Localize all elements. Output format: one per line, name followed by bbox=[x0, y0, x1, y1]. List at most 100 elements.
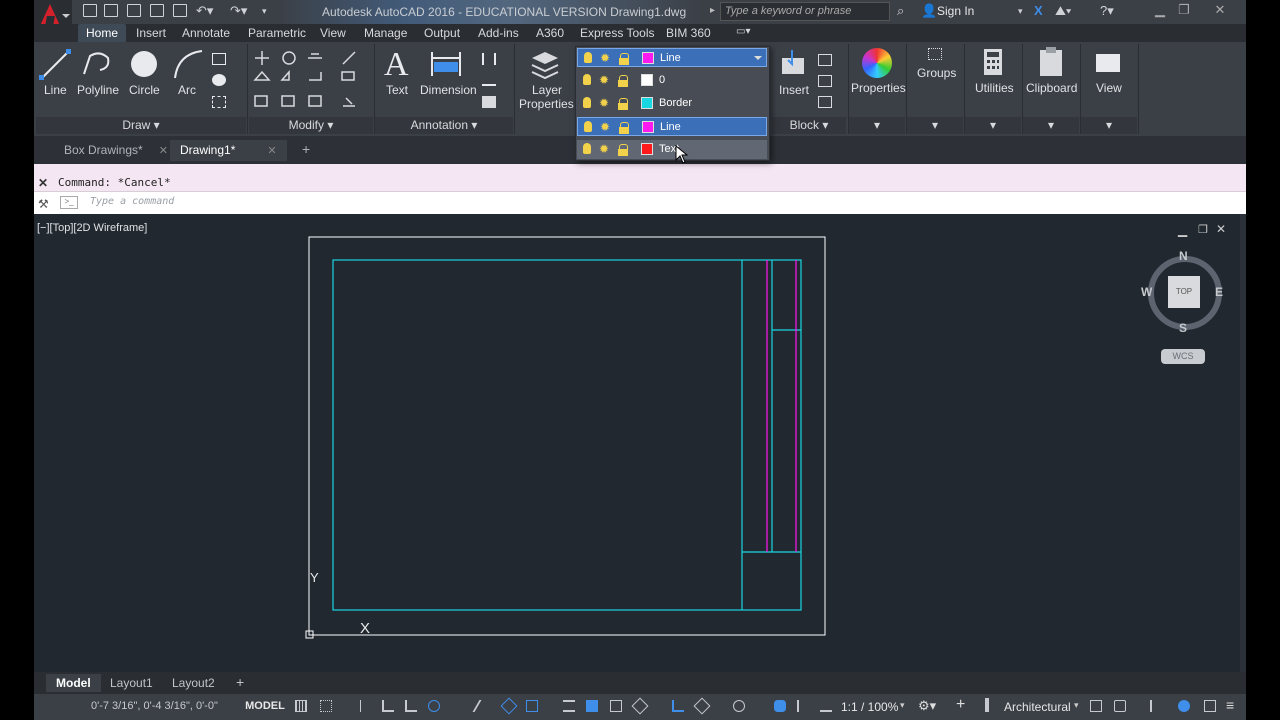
edit-block-icon[interactable] bbox=[818, 75, 832, 87]
tab-parametric[interactable]: Parametric bbox=[240, 24, 314, 42]
auto-scale-icon[interactable] bbox=[797, 700, 809, 712]
tab-express-tools[interactable]: Express Tools bbox=[572, 24, 662, 42]
redo-icon[interactable]: ↷▾ bbox=[230, 3, 247, 19]
calculator-icon[interactable] bbox=[982, 48, 1004, 76]
save-as-icon[interactable] bbox=[150, 4, 164, 17]
tab-view[interactable]: View bbox=[312, 24, 354, 42]
save-icon[interactable] bbox=[127, 4, 141, 17]
tab-annotate[interactable]: Annotate bbox=[174, 24, 238, 42]
viewport-minimize-icon[interactable]: ▁ bbox=[1178, 223, 1187, 237]
hatch-icon[interactable] bbox=[212, 74, 226, 86]
dynamic-ucs-icon[interactable] bbox=[672, 700, 684, 712]
viewcube-top-face[interactable]: TOP bbox=[1168, 276, 1200, 308]
coordinates-readout[interactable]: 0'-7 3/16", 0'-4 3/16", 0'-0" bbox=[91, 700, 218, 712]
open-folder-icon[interactable] bbox=[104, 4, 118, 17]
layer-item-line[interactable]: ✹ Line bbox=[577, 117, 767, 136]
clipboard-panel-expand[interactable]: ▾ bbox=[1023, 117, 1079, 134]
layer-color-swatch[interactable] bbox=[641, 143, 653, 155]
tab-manage[interactable]: Manage bbox=[356, 24, 415, 42]
layer-thaw-sun-icon[interactable]: ✹ bbox=[599, 142, 609, 156]
new-tab-button[interactable]: + bbox=[292, 140, 320, 161]
circle-button[interactable]: Circle bbox=[129, 83, 160, 97]
hardware-acceleration-icon[interactable] bbox=[1178, 700, 1190, 712]
layer-on-bulb-icon[interactable] bbox=[583, 97, 591, 108]
dimension-button[interactable]: Dimension bbox=[420, 83, 477, 97]
new-layout-button[interactable]: + bbox=[226, 674, 254, 692]
view-button[interactable]: View bbox=[1096, 81, 1122, 95]
tab-model[interactable]: Model bbox=[46, 674, 101, 692]
wcs-menu[interactable]: WCS bbox=[1161, 349, 1205, 364]
layer-on-bulb-icon[interactable] bbox=[583, 74, 591, 85]
viewport-restore-icon[interactable]: ❐ bbox=[1198, 223, 1208, 236]
polar-tracking-icon[interactable] bbox=[428, 700, 440, 712]
circle-icon[interactable] bbox=[128, 48, 160, 80]
autodesk-a360-icon[interactable]: ⛰▾ bbox=[1055, 3, 1071, 19]
lineweight-icon[interactable] bbox=[563, 700, 575, 712]
model-space-button[interactable]: MODEL bbox=[243, 696, 287, 716]
layer-color-swatch[interactable] bbox=[641, 74, 653, 86]
view-panel-expand[interactable]: ▾ bbox=[1081, 117, 1137, 134]
layer-item-border[interactable]: ✹ Border bbox=[577, 94, 767, 113]
compass-west[interactable]: W bbox=[1141, 285, 1152, 299]
insert-block-icon[interactable] bbox=[778, 50, 810, 80]
file-tab-drawing1[interactable]: Drawing1* ✕ bbox=[170, 140, 287, 161]
chevron-down-icon[interactable]: ▾ bbox=[900, 700, 905, 711]
layer-color-swatch[interactable] bbox=[642, 52, 654, 64]
qat-customize-icon[interactable]: ▾ bbox=[262, 6, 267, 17]
quick-properties-icon[interactable] bbox=[1090, 700, 1102, 712]
view-icon[interactable] bbox=[1096, 54, 1120, 72]
drawing-geometry[interactable] bbox=[300, 230, 840, 650]
search-expand-icon[interactable]: ▸ bbox=[710, 5, 715, 16]
transparency-icon[interactable] bbox=[586, 700, 598, 712]
file-tab-box-drawings[interactable]: Box Drawings* ✕ bbox=[54, 140, 178, 161]
border-frame[interactable] bbox=[332, 259, 802, 611]
layer-on-bulb-icon[interactable] bbox=[584, 52, 592, 63]
layer-properties-label-1[interactable]: Layer bbox=[532, 83, 562, 97]
tab-layout2[interactable]: Layout2 bbox=[162, 674, 225, 692]
new-file-icon[interactable] bbox=[83, 4, 97, 17]
infer-constraints-icon[interactable] bbox=[360, 700, 372, 712]
layer-thaw-sun-icon[interactable]: ✹ bbox=[599, 96, 609, 110]
compass-east[interactable]: E bbox=[1215, 285, 1223, 299]
layer-color-swatch[interactable] bbox=[642, 121, 654, 133]
polyline-button[interactable]: Polyline bbox=[77, 83, 119, 97]
snap-icon[interactable] bbox=[320, 700, 332, 712]
units-selector[interactable]: Architectural bbox=[1004, 700, 1071, 714]
compass-south[interactable]: S bbox=[1179, 321, 1187, 335]
layer-item-text[interactable]: ✹ Text bbox=[577, 140, 767, 159]
properties-button[interactable]: Properties bbox=[851, 81, 906, 95]
layer-thaw-sun-icon[interactable]: ✹ bbox=[600, 120, 610, 134]
workspace-gear-icon[interactable]: ⚙▾ bbox=[918, 698, 936, 714]
gizmo-icon[interactable] bbox=[733, 700, 745, 712]
viewport-controls[interactable]: [−][Top][2D Wireframe] bbox=[37, 222, 147, 234]
plot-icon[interactable] bbox=[173, 4, 187, 17]
customization-menu-icon[interactable]: ≡ bbox=[1226, 697, 1234, 713]
annotation-visibility-icon[interactable] bbox=[774, 700, 786, 712]
help-icon[interactable]: ?▾ bbox=[1100, 3, 1114, 19]
text-icon[interactable]: A bbox=[384, 46, 409, 84]
multileader-icon[interactable] bbox=[482, 74, 496, 86]
lock-ui-icon[interactable] bbox=[1114, 700, 1126, 712]
layer-current-selector[interactable]: ✹ Line bbox=[577, 48, 767, 67]
layer-on-bulb-icon[interactable] bbox=[584, 121, 592, 132]
boundary-icon[interactable] bbox=[212, 96, 226, 108]
block-panel-title[interactable]: Block ▾ bbox=[772, 117, 846, 134]
ribbon-minimize-icon[interactable]: ▭▾ bbox=[728, 24, 758, 42]
vertical-scrollbar[interactable] bbox=[1240, 214, 1246, 672]
properties-color-wheel-icon[interactable] bbox=[862, 48, 892, 78]
dimension-icon[interactable] bbox=[428, 48, 464, 80]
utilities-panel-expand[interactable]: ▾ bbox=[965, 117, 1021, 134]
line-icon[interactable] bbox=[38, 46, 74, 82]
create-block-icon[interactable] bbox=[818, 54, 832, 66]
selection-cycling-icon[interactable] bbox=[610, 700, 622, 712]
annotation-panel-title[interactable]: Annotation ▾ bbox=[375, 117, 513, 134]
draw-panel-title[interactable]: Draw ▾ bbox=[36, 117, 246, 134]
arc-icon[interactable] bbox=[170, 46, 206, 82]
search-input[interactable]: Type a keyword or phrase bbox=[720, 2, 890, 21]
close-icon[interactable]: ✕ bbox=[38, 176, 48, 190]
restore-button[interactable]: ❐ bbox=[1172, 2, 1196, 20]
command-input[interactable] bbox=[34, 191, 1246, 214]
tab-output[interactable]: Output bbox=[416, 24, 468, 42]
annotation-scale[interactable]: 1:1 / 100% bbox=[841, 700, 898, 714]
layer-thaw-sun-icon[interactable]: ✹ bbox=[600, 51, 610, 65]
